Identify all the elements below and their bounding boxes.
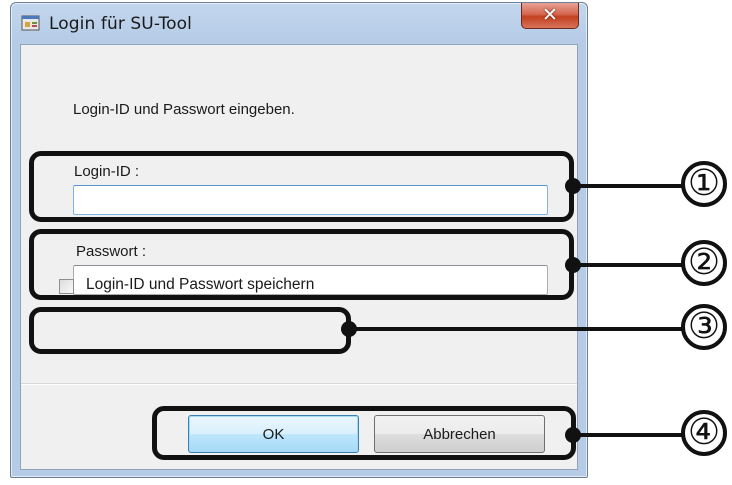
callout-box-buttons: [152, 406, 576, 460]
callout-number-2: ②: [681, 240, 727, 286]
callout-line-4: [573, 433, 683, 437]
app-icon: [21, 15, 40, 31]
callout-box-password: [29, 229, 574, 300]
close-icon: ✕: [542, 4, 558, 26]
callout-line-3: [349, 327, 683, 331]
title-bar[interactable]: Login für SU-Tool ✕: [11, 3, 587, 43]
callout-number-3: ③: [681, 304, 727, 350]
callout-line-2: [573, 263, 683, 267]
instruction-text: Login-ID und Passwort eingeben.: [73, 101, 295, 118]
callout-number-4: ④: [681, 410, 727, 456]
callout-number-1: ①: [681, 161, 727, 207]
callout-line-1: [573, 184, 683, 188]
close-button[interactable]: ✕: [521, 3, 579, 29]
callout-box-remember: [29, 307, 351, 354]
callout-box-login-id: [29, 151, 574, 222]
window-title: Login für SU-Tool: [49, 14, 192, 34]
separator: [21, 383, 577, 385]
